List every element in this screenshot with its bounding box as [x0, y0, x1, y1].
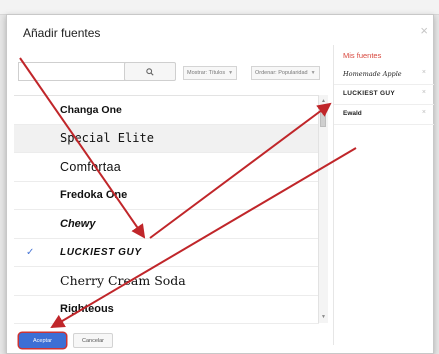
remove-icon[interactable]: × [422, 69, 426, 76]
font-row-cherry-cream-soda[interactable]: Cherry Cream Soda [14, 267, 319, 296]
my-font-item: Homemade Apple × [334, 65, 434, 85]
order-filter-dropdown[interactable]: Ordenar: Popularidad ▼ [251, 66, 320, 80]
cancel-button[interactable]: Cancelar [73, 333, 113, 348]
my-font-item: Ewald × [334, 105, 434, 125]
show-filter-dropdown[interactable]: Mostrar: Títulos ▼ [183, 66, 238, 80]
remove-icon[interactable]: × [422, 89, 426, 96]
close-icon[interactable]: × [420, 24, 428, 37]
show-filter-label: Mostrar: Títulos [187, 70, 226, 76]
font-name: Comfortaa [60, 159, 122, 174]
remove-icon[interactable]: × [422, 109, 426, 116]
font-name: LUCKIEST GUY [60, 246, 142, 258]
my-fonts-panel: Mis fuentes Homemade Apple × LUCKIEST GU… [333, 45, 434, 345]
font-row-comfortaa[interactable]: Comfortaa [14, 153, 319, 182]
background-page-strip [0, 0, 439, 15]
font-name: Cherry Cream Soda [60, 273, 186, 289]
font-name: Fredoka One [60, 189, 128, 202]
dialog-title: Añadir fuentes [23, 26, 101, 40]
font-name: Changa One [60, 103, 122, 116]
font-name: Righteous [60, 303, 114, 316]
font-name: Special Elite [60, 131, 154, 146]
my-font-name: LUCKIEST GUY [343, 90, 395, 97]
scroll-up-icon[interactable]: ▲ [321, 98, 326, 104]
my-font-item: LUCKIEST GUY × [334, 85, 434, 105]
chevron-down-icon: ▼ [228, 70, 234, 76]
font-list-scrollbar[interactable]: ▲ ▼ [318, 95, 328, 323]
scroll-down-icon[interactable]: ▼ [321, 314, 326, 320]
check-icon: ✓ [26, 246, 35, 258]
search-button[interactable] [124, 62, 176, 81]
search-icon [146, 67, 154, 76]
font-row-changa-one[interactable]: Changa One [14, 96, 319, 125]
font-row-fredoka-one[interactable]: Fredoka One [14, 182, 319, 210]
font-list: Changa One Special Elite Comfortaa Fredo… [14, 95, 319, 324]
font-row-righteous[interactable]: Righteous [14, 296, 319, 324]
my-fonts-title: Mis fuentes [343, 51, 382, 60]
chevron-down-icon: ▼ [310, 70, 316, 76]
add-fonts-dialog: Añadir fuentes × Mostrar: Títulos ▼ Orde… [6, 14, 434, 354]
accept-button[interactable]: Aceptar [19, 333, 66, 348]
search-input[interactable] [18, 62, 128, 81]
my-font-name: Homemade Apple [343, 70, 402, 78]
scrollbar-thumb[interactable] [320, 111, 326, 127]
font-row-chewy[interactable]: Chewy [14, 210, 319, 239]
font-name: Chewy [60, 217, 96, 230]
font-row-luckiest-guy[interactable]: ✓ LUCKIEST GUY [14, 239, 319, 267]
order-filter-label: Ordenar: Popularidad [255, 70, 308, 76]
my-font-name: Ewald [343, 110, 362, 117]
font-row-special-elite[interactable]: Special Elite [14, 124, 319, 153]
